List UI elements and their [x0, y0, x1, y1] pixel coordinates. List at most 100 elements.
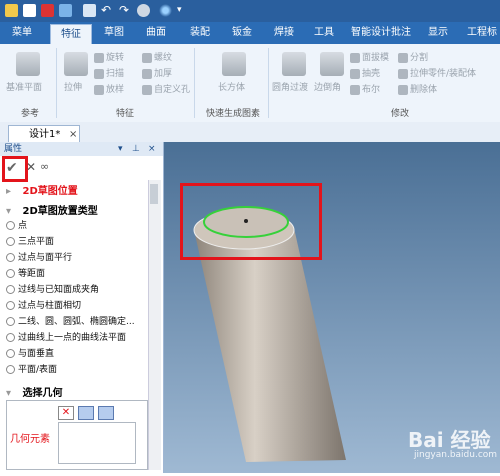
tab-assembly[interactable]: 装配 — [182, 22, 218, 44]
geometry-element-label: 几何元素 — [10, 434, 50, 445]
chamfer-icon — [320, 52, 344, 76]
chamfer-button[interactable]: 边倒角 — [314, 80, 341, 93]
split-label: 分割 — [410, 53, 429, 63]
boolean-button[interactable]: 布尔 — [350, 82, 380, 95]
tab-engineering[interactable]: 工程标 — [460, 22, 500, 44]
boolean-label: 布尔 — [362, 85, 381, 95]
option-offset-face[interactable]: 等距面 — [6, 266, 45, 279]
tab-smart-annotation[interactable]: 智能设计批注 — [346, 22, 416, 44]
option-label: 过点与柱面相切 — [18, 301, 82, 311]
option-parallel-face[interactable]: 过点与面平行 — [6, 250, 72, 263]
preview-icon[interactable]: ∞ — [40, 160, 49, 173]
boolean-icon — [350, 84, 360, 95]
sketch-position-label: 2D草图位置 — [22, 186, 78, 197]
draft-label: 面拔模 — [362, 53, 390, 63]
option-label: 过曲线上一点的曲线法平面 — [18, 333, 127, 343]
option-label: 平面/表面 — [18, 365, 58, 375]
tab-sheetmetal[interactable]: 钣金 — [224, 22, 260, 44]
tab-feature[interactable]: 特征 — [50, 24, 92, 45]
panel-scrollbar[interactable] — [148, 180, 161, 470]
close-icon[interactable]: × — [148, 142, 156, 156]
pin-icon[interactable]: ⊥ — [132, 142, 140, 156]
select-geometry-section[interactable]: ▾ 选择几何 — [6, 384, 146, 399]
cuboid-icon — [222, 52, 246, 76]
panel-title: 属性 — [4, 144, 23, 154]
tab-weld[interactable]: 焊接 — [266, 22, 302, 44]
option-two-lines-circle[interactable]: 二线、圆、圆弧、椭圆确定... — [6, 314, 135, 327]
radio-icon — [6, 301, 15, 310]
chevron-down-icon[interactable]: ▾ — [118, 142, 123, 156]
save-as-icon[interactable] — [83, 4, 96, 17]
option-curve-normal[interactable]: 过曲线上一点的曲线法平面 — [6, 330, 126, 343]
tab-tools[interactable]: 工具 — [306, 22, 342, 44]
option-tangent-cylinder[interactable]: 过点与柱面相切 — [6, 298, 81, 311]
split-icon — [398, 52, 408, 63]
extrude-icon — [64, 52, 88, 76]
option-label: 等距面 — [18, 269, 46, 279]
loft-button[interactable]: 放样 — [94, 82, 124, 95]
folder-icon[interactable] — [5, 4, 18, 17]
option-perpendicular-face[interactable]: 与面垂直 — [6, 346, 54, 359]
shell-button[interactable]: 抽壳 — [350, 66, 380, 79]
3d-viewport[interactable]: Bai 经验 jingyan.baidu.com — [164, 142, 500, 473]
document-tab[interactable]: 设计1* × — [8, 125, 80, 143]
move-up-icon[interactable] — [78, 406, 94, 420]
title-bar: ↶ ↷ ▾ — [0, 0, 500, 22]
tab-surface[interactable]: 曲面 — [138, 22, 174, 44]
dropdown-icon[interactable]: ▾ — [177, 4, 190, 17]
datum-plane-button[interactable]: 基准平面 — [6, 80, 42, 93]
radio-icon — [6, 349, 15, 358]
split-button[interactable]: 分割 — [398, 50, 428, 63]
loft-label: 放样 — [106, 85, 125, 95]
placement-type-label: 2D草图放置类型 — [22, 206, 98, 217]
geometry-list[interactable] — [58, 422, 136, 464]
shape-icon[interactable] — [137, 4, 150, 17]
shell-label: 抽壳 — [362, 69, 381, 79]
ribbon-separator — [56, 48, 57, 118]
option-angle-face[interactable]: 过线与已知面成夹角 — [6, 282, 99, 295]
move-down-icon[interactable] — [98, 406, 114, 420]
radio-icon — [6, 285, 15, 294]
option-point[interactable]: 点 — [6, 218, 27, 231]
panel-header: 属性 ▾ ⊥ × — [0, 142, 163, 156]
option-label: 与面垂直 — [18, 349, 55, 359]
stretch-part-button[interactable]: 拉伸零件/装配体 — [398, 66, 476, 79]
delete-body-button[interactable]: 删除体 — [398, 82, 437, 95]
tab-sketch[interactable]: 草图 — [96, 22, 132, 44]
delete-icon[interactable]: ✕ — [58, 406, 74, 420]
cancel-button[interactable]: ✕ — [26, 160, 36, 174]
thread-button[interactable]: 螺纹 — [142, 50, 172, 63]
redo-icon[interactable]: ↷ — [119, 4, 132, 17]
radio-icon — [6, 253, 15, 262]
close-doc-icon[interactable] — [41, 4, 54, 17]
pattern-icon[interactable] — [159, 4, 172, 17]
custom-hole-button[interactable]: 自定义孔 — [142, 82, 190, 95]
tab-menu[interactable]: 菜单 — [4, 22, 40, 44]
ribbon-separator — [194, 48, 195, 118]
tab-display[interactable]: 显示 — [420, 22, 456, 44]
scrollbar-thumb[interactable] — [150, 184, 158, 204]
save-icon[interactable] — [59, 4, 72, 17]
close-icon[interactable]: × — [69, 126, 77, 143]
modify-group-label: 修改 — [390, 109, 409, 119]
undo-icon[interactable]: ↶ — [101, 4, 114, 17]
sketch-position-section[interactable]: ▸ 2D草图位置 — [6, 182, 146, 197]
new-icon[interactable] — [23, 4, 36, 17]
thread-icon — [142, 52, 152, 63]
thicken-label: 加厚 — [154, 69, 173, 79]
thicken-icon — [142, 68, 152, 79]
fillet-button[interactable]: 圆角过渡 — [272, 80, 308, 93]
option-label: 过线与已知面成夹角 — [18, 285, 100, 295]
option-three-point-plane[interactable]: 三点平面 — [6, 234, 54, 247]
thicken-button[interactable]: 加厚 — [142, 66, 172, 79]
option-plane-surface[interactable]: 平面/表面 — [6, 362, 57, 375]
fillet-icon — [282, 52, 306, 76]
custom-hole-label: 自定义孔 — [154, 85, 191, 95]
watermark-url: jingyan.baidu.com — [414, 450, 498, 460]
placement-type-section[interactable]: ▾ 2D草图放置类型 — [6, 202, 146, 217]
revolve-button[interactable]: 旋转 — [94, 50, 124, 63]
cuboid-button[interactable]: 长方体 — [218, 80, 245, 93]
sweep-button[interactable]: 扫描 — [94, 66, 124, 79]
draft-button[interactable]: 面拔模 — [350, 50, 389, 63]
extrude-button[interactable]: 拉伸 — [64, 80, 82, 93]
